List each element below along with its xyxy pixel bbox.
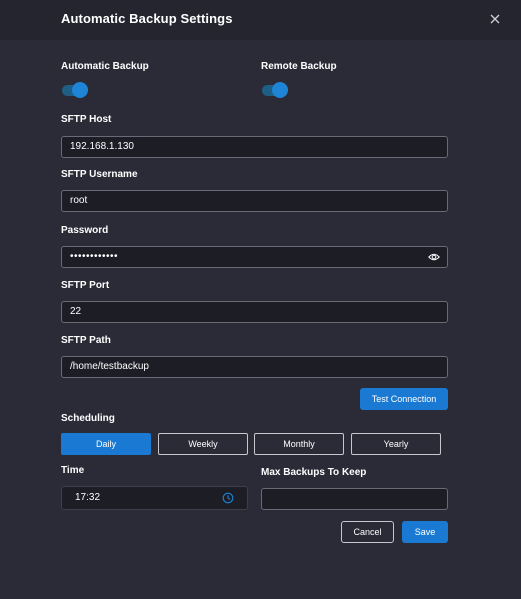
automatic-backup-label: Automatic Backup <box>61 61 149 72</box>
password-value: •••••••••••• <box>70 251 119 262</box>
close-button[interactable] <box>487 11 503 27</box>
clock-icon[interactable] <box>222 492 234 504</box>
sftp-port-input[interactable]: 22 <box>61 301 448 323</box>
max-backups-label: Max Backups To Keep <box>261 467 367 478</box>
save-button[interactable]: Save <box>402 521 448 543</box>
password-input[interactable]: •••••••••••• <box>61 246 448 268</box>
remote-backup-label: Remote Backup <box>261 61 337 72</box>
dialog-title: Automatic Backup Settings <box>61 11 233 26</box>
sftp-port-label: SFTP Port <box>61 280 110 291</box>
eye-icon[interactable] <box>428 252 440 262</box>
sftp-host-input[interactable]: 192.168.1.130 <box>61 136 448 158</box>
sftp-host-label: SFTP Host <box>61 114 112 125</box>
cancel-button[interactable]: Cancel <box>341 521 394 543</box>
time-label: Time <box>61 465 85 476</box>
automatic-backup-toggle[interactable] <box>62 82 89 98</box>
toggle-knob <box>272 82 288 98</box>
password-label: Password <box>61 225 109 236</box>
remote-backup-toggle[interactable] <box>262 82 289 98</box>
max-backups-input[interactable] <box>261 488 448 510</box>
schedule-daily-button[interactable]: Daily <box>61 433 151 455</box>
sftp-path-input[interactable]: /home/testbackup <box>61 356 448 378</box>
schedule-monthly-button[interactable]: Monthly <box>254 433 344 455</box>
scheduling-label: Scheduling <box>61 413 115 424</box>
toggle-knob <box>72 82 88 98</box>
sftp-path-label: SFTP Path <box>61 335 111 346</box>
sftp-username-label: SFTP Username <box>61 169 138 180</box>
schedule-weekly-button[interactable]: Weekly <box>158 433 248 455</box>
schedule-yearly-button[interactable]: Yearly <box>351 433 441 455</box>
sftp-username-input[interactable]: root <box>61 190 448 212</box>
test-connection-button[interactable]: Test Connection <box>360 388 448 410</box>
close-icon <box>490 14 500 24</box>
time-input[interactable]: 17:32 <box>61 486 248 510</box>
dialog-header: Automatic Backup Settings <box>0 0 521 40</box>
